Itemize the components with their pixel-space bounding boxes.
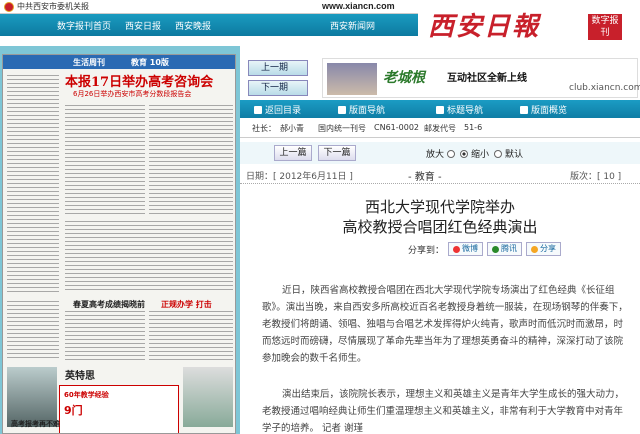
article-area: 上一期 下一期 老城根 互动社区全新上线 club.xiancn.com 返回目… [240,46,640,434]
banner-club-url: club.xiancn.com [569,83,640,93]
share-qq-label: 腾讯 [501,244,518,253]
article-section: - 教育 - [408,172,442,183]
paper-column[interactable] [7,301,59,361]
postcode-value: 51-6 [464,123,483,132]
page-icon [338,106,346,114]
article-tabbar: 返回目录 版面导航 标题导航 版面概览 [240,100,640,118]
star-icon [531,245,539,253]
paper-column[interactable] [149,311,233,361]
grid-icon [520,106,528,114]
president-label: 社长： [252,124,276,133]
font-default-radio[interactable] [494,149,502,158]
issue-nav: 上一期 下一期 [248,60,312,100]
share-qq-button[interactable]: 腾讯 [487,242,523,256]
paper-section-label: 生活周刊 [73,58,105,67]
paper-column[interactable] [7,75,59,295]
qq-icon [492,245,500,253]
back-icon [254,106,262,114]
party-site-text: 中共西安市委机关报 [17,2,89,11]
font-large-label: 放大 [426,150,445,160]
tab-page-overview[interactable]: 版面概览 [520,103,567,116]
font-large-radio[interactable] [447,149,456,158]
community-banner[interactable]: 老城根 互动社区全新上线 club.xiancn.com [322,58,640,98]
paper-column[interactable] [65,105,145,215]
party-emblem-icon [4,1,14,12]
share-bar: 分享到： 微博 腾讯 分享 [408,240,562,258]
paper-column[interactable] [65,311,145,361]
paper-section-label-2: 教育 10版 [131,58,169,67]
paper-header-strip [3,55,235,69]
font-default-label: 默认 [505,150,524,160]
banner-subtitle: 互动社区全新上线 [447,73,527,84]
next-article-button[interactable]: 下一篇 [318,145,356,161]
nav-xian-evening[interactable]: 西安晚报 [175,19,211,32]
tab-title-nav[interactable]: 标题导航 [436,103,483,116]
logo-area: 西安日報 数字报刊 [418,0,640,46]
paper-box-title: 春夏高考成绩揭晓前 [73,300,145,309]
article-title-line-1: 西北大学现代学院举办 [364,198,515,216]
tab-label: 版面概览 [531,106,568,116]
font-small-option[interactable]: 缩小 [460,147,489,160]
paper-photo [183,367,233,427]
prev-issue-button[interactable]: 上一期 [248,60,308,76]
next-issue-button[interactable]: 下一期 [248,80,308,96]
share-weibo-button[interactable]: 微博 [448,242,484,256]
font-small-radio[interactable] [460,149,468,158]
paper-brand-ad: 英特思 [65,371,95,382]
paper-photo [7,367,57,427]
tab-back-to-index[interactable]: 返回目录 [254,103,301,116]
issn-value: CN61-0002 [374,123,419,132]
site-logo: 西安日報 [428,12,541,42]
article-date: 日期：[ 2012年6月11日 ] [246,172,353,182]
digital-badge: 数字报刊 [588,14,622,40]
share-kaixin-button[interactable]: 分享 [526,242,562,256]
font-large-option[interactable]: 放大 [426,147,456,160]
banner-title: 老城根 [383,70,425,86]
share-kaixin-label: 分享 [540,244,557,253]
ad-title: 60年教学经验 [64,391,109,399]
paper-headline[interactable]: 本报17日举办高考咨询会 [65,71,213,90]
share-label: 分享到： [408,245,445,256]
article-page: 版次：[ 10 ] [570,172,622,182]
nav-xian-news[interactable]: 西安新闻网 [330,19,375,32]
tab-label: 标题导航 [447,106,484,116]
president-name: 郝小青 [280,124,304,133]
tab-label: 返回目录 [265,106,302,116]
paper-footer-box: 高考报考再不难 [11,420,60,428]
publication-info: 社长： 郝小青 国内统一刊号 CN61-0002 邮发代号 51-6 [240,118,640,138]
paper-subhead: 6月26日举办西安市高考分数段报告会 [73,90,192,98]
article-controls: 上一篇 下一篇 放大 缩小 默认 [240,142,640,164]
article-title-line-2: 高校教授合唱团红色经典演出 [342,218,538,236]
tab-label: 版面导航 [349,106,386,116]
prev-article-button[interactable]: 上一篇 [274,145,312,161]
article-info: 日期：[ 2012年6月11日 ] - 教育 - 版次：[ 10 ] [240,166,640,184]
font-default-option[interactable]: 默认 [494,147,523,160]
postcode-label: 邮发代号 [424,124,456,133]
newspaper-page-image[interactable]: 生活周刊 教育 10版 本报17日举办高考咨询会 6月26日举办西安市高考分数段… [2,54,236,434]
paper-ad-box[interactable]: 60年教学经验 9门 [59,385,179,433]
issn-label: 国内统一刊号 [318,124,366,133]
party-site-label: 中共西安市委机关报 [4,1,89,12]
newspaper-panel: 生活周刊 教育 10版 本报17日举办高考咨询会 6月26日举办西安市高考分数段… [0,46,240,434]
list-icon [436,106,444,114]
article-paragraph-2: 演出结束后，该院院长表示，理想主义和英雄主义是青年大学生成长的强大动力，老教授通… [262,389,625,434]
weibo-icon [453,245,461,253]
tab-page-nav[interactable]: 版面导航 [338,103,385,116]
ad-big: 9门 [64,404,83,417]
nav-digital-home[interactable]: 数字报刊首页 [57,19,111,32]
banner-picture [327,63,377,95]
site-url[interactable]: www.xiancn.com [322,1,395,11]
article-paragraph-1: 近日，陕西省高校教授合唱团在西北大学现代学院专场演出了红色经典《长征组歌》。演出… [262,285,628,364]
share-weibo-label: 微博 [462,244,479,253]
nav-xian-daily[interactable]: 西安日报 [125,19,161,32]
main-nav-links: 数字报刊首页 西安日报 西安晚报 [57,19,211,32]
font-small-label: 缩小 [471,150,490,160]
paper-column[interactable] [65,221,233,291]
paper-column[interactable] [149,105,233,215]
paper-box-title: 正规办学 打击 [161,300,212,309]
